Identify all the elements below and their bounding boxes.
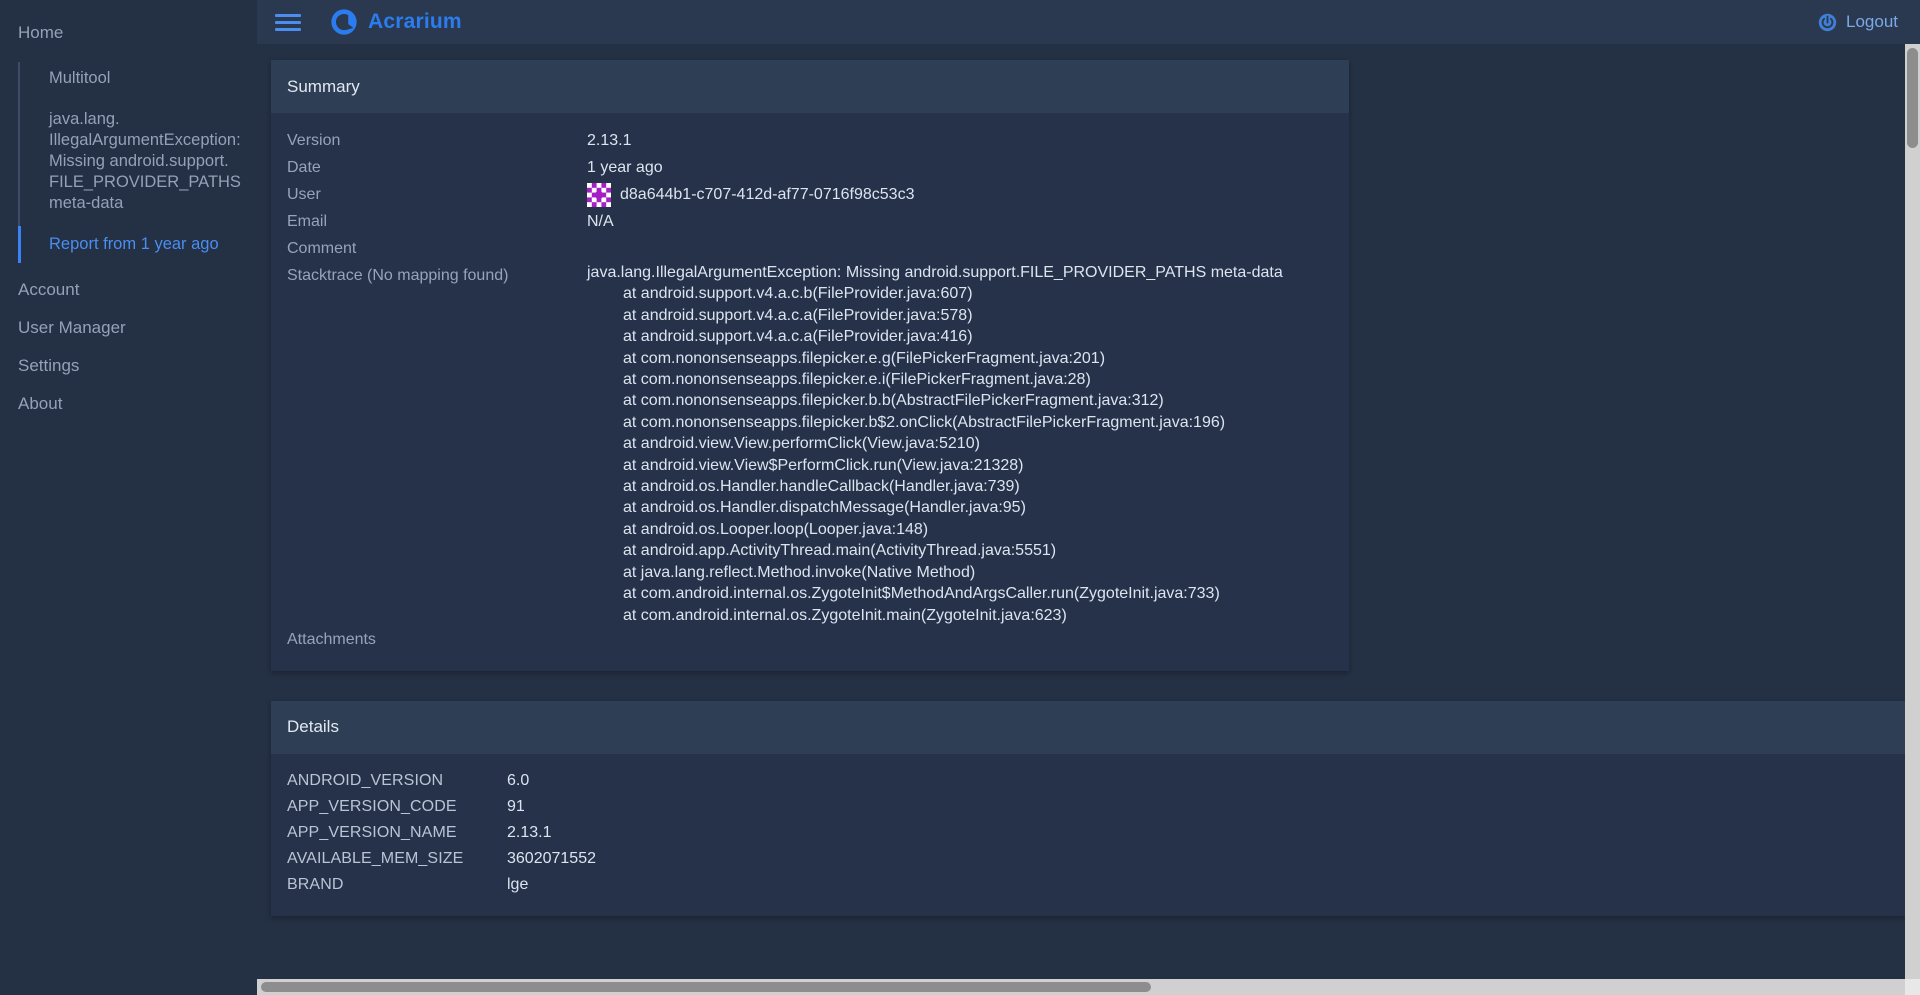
summary-title: Summary <box>287 76 360 96</box>
detail-key: BRAND <box>287 875 344 893</box>
summary-field-stacktrace: Stacktrace (No mapping found) java.lang.… <box>287 262 1333 626</box>
stacktrace-exception-line: java.lang.IllegalArgumentException: Miss… <box>587 264 1283 281</box>
logout-button[interactable]: Logout <box>1818 12 1898 32</box>
hamburger-bar <box>275 27 301 31</box>
email-value: N/A <box>587 213 614 230</box>
vertical-scrollbar[interactable] <box>1905 44 1920 995</box>
attachments-label: Attachments <box>287 630 376 648</box>
power-icon <box>1818 13 1837 31</box>
table-row: APP_VERSION_NAME 2.13.1 <box>287 820 1889 846</box>
date-value: 1 year ago <box>587 159 663 176</box>
stacktrace-line: at com.nononsenseapps.filepicker.e.i(Fil… <box>623 371 1091 389</box>
sidebar-exception-line-4: FILE_PROVIDER_PATHS <box>49 173 241 191</box>
summary-card-header: Summary <box>271 60 1349 113</box>
stacktrace-content: java.lang.IllegalArgumentException: Miss… <box>587 262 1283 626</box>
stacktrace-line: at android.view.View.performClick(View.j… <box>623 435 980 453</box>
sidebar-item-account[interactable]: Account <box>0 271 257 309</box>
detail-key: ANDROID_VERSION <box>287 771 444 789</box>
sidebar-item-settings[interactable]: Settings <box>0 347 257 385</box>
sidebar-item-multitool[interactable]: Multitool <box>18 58 257 99</box>
app-header: Acrarium Logout <box>257 0 1920 44</box>
stacktrace-line: at android.os.Handler.dispatchMessage(Ha… <box>623 499 1026 517</box>
summary-field-version: Version 2.13.1 <box>287 127 1333 154</box>
sidebar-subnav: Multitool java.lang. IllegalArgumentExce… <box>0 58 257 265</box>
stacktrace-line: at android.support.v4.a.c.a(FileProvider… <box>623 328 973 346</box>
version-value: 2.13.1 <box>587 132 632 149</box>
hamburger-icon[interactable] <box>275 12 301 32</box>
stacktrace-line: at com.android.internal.os.ZygoteInit$Me… <box>623 585 1220 603</box>
sidebar-item-user-manager[interactable]: User Manager <box>0 309 257 347</box>
user-id-text: d8a644b1-c707-412d-af77-0716f98c53c3 <box>620 186 915 203</box>
content-inner: Summary Version 2.13.1 Date 1 year ago U… <box>257 44 1905 916</box>
detail-value: 3602071552 <box>507 849 596 867</box>
stacktrace-line: at android.os.Handler.handleCallback(Han… <box>623 478 1020 496</box>
sidebar-item-home[interactable]: Home <box>0 10 257 56</box>
date-label: Date <box>287 159 321 176</box>
stacktrace-line: at com.android.internal.os.ZygoteInit.ma… <box>623 606 1067 624</box>
stacktrace-line: at android.app.ActivityThread.main(Activ… <box>623 542 1057 560</box>
app-root: Home Multitool java.lang. IllegalArgumen… <box>0 0 1920 995</box>
acrarium-logo-icon <box>331 9 357 35</box>
horizontal-scrollbar-thumb[interactable] <box>261 982 1151 992</box>
hamburger-bar <box>275 13 301 17</box>
sidebar-item-report[interactable]: Report from 1 year ago <box>18 224 257 265</box>
avatar <box>587 182 611 207</box>
summary-field-comment: Comment <box>287 235 1333 262</box>
stacktrace-label: Stacktrace (No mapping found) <box>287 267 509 284</box>
detail-key: APP_VERSION_NAME <box>287 823 457 841</box>
detail-key: APP_VERSION_CODE <box>287 797 457 815</box>
scrollbar-corner <box>1905 979 1920 995</box>
stacktrace-line: at android.view.View$PerformClick.run(Vi… <box>623 456 1024 474</box>
sidebar-exception-line-2: IllegalArgumentException: <box>49 131 241 149</box>
stacktrace-line: at com.nononsenseapps.filepicker.b$2.onC… <box>623 413 1226 431</box>
sidebar: Home Multitool java.lang. IllegalArgumen… <box>0 0 257 995</box>
sidebar-exception-line-3: Missing android.support. <box>49 152 229 170</box>
logout-label: Logout <box>1846 12 1898 31</box>
email-label: Email <box>287 213 328 230</box>
details-card-body: ANDROID_VERSION 6.0 APP_VERSION_CODE 91 APP_… <box>271 754 1905 916</box>
vertical-scrollbar-thumb[interactable] <box>1907 48 1918 148</box>
summary-field-email: Email N/A <box>287 208 1333 235</box>
table-row: APP_VERSION_CODE 91 <box>287 794 1889 820</box>
detail-key: AVAILABLE_MEM_SIZE <box>287 849 464 867</box>
stacktrace-line: at com.nononsenseapps.filepicker.e.g(Fil… <box>623 349 1106 367</box>
main-content: Summary Version 2.13.1 Date 1 year ago U… <box>257 44 1905 979</box>
detail-value: 91 <box>507 797 525 815</box>
summary-card-body: Version 2.13.1 Date 1 year ago User d8a6… <box>271 113 1349 671</box>
user-label: User <box>287 186 321 203</box>
stacktrace-line: at android.support.v4.a.c.b(FileProvider… <box>623 285 973 303</box>
summary-field-user: User d8a644b1-c707-412d-af77-0716f98c53c… <box>287 181 1333 208</box>
sidebar-exception-line-5: meta-data <box>49 194 124 212</box>
details-card-header: Details <box>271 700 1905 754</box>
horizontal-scrollbar[interactable] <box>257 979 1905 995</box>
summary-field-date: Date 1 year ago <box>287 154 1333 181</box>
detail-value: 2.13.1 <box>507 823 552 841</box>
summary-field-attachments: Attachments <box>287 626 1333 653</box>
user-value-group: d8a644b1-c707-412d-af77-0716f98c53c3 <box>587 181 914 208</box>
detail-value: 6.0 <box>507 771 530 789</box>
table-row: BRAND lge <box>287 872 1889 898</box>
hamburger-bar <box>275 20 301 24</box>
stacktrace-line: at com.nononsenseapps.filepicker.b.b(Abs… <box>623 392 1164 410</box>
stacktrace-line: at android.support.v4.a.c.a(FileProvider… <box>623 306 973 324</box>
stacktrace-line: at java.lang.reflect.Method.invoke(Nativ… <box>623 563 976 581</box>
version-label: Version <box>287 132 341 149</box>
comment-label: Comment <box>287 240 357 257</box>
sidebar-item-about[interactable]: About <box>0 385 257 423</box>
stacktrace-line: at android.os.Looper.loop(Looper.java:14… <box>623 520 929 538</box>
brand-title: Acrarium <box>368 10 462 33</box>
sidebar-exception-line-1: java.lang. <box>49 110 120 128</box>
details-card: Details ANDROID_VERSION 6.0 APP_VERSION_CO… <box>271 700 1905 916</box>
table-row: ANDROID_VERSION 6.0 <box>287 768 1889 794</box>
sidebar-item-exception[interactable]: java.lang. IllegalArgumentException: Mis… <box>18 99 257 224</box>
summary-card: Summary Version 2.13.1 Date 1 year ago U… <box>271 60 1349 671</box>
table-row: AVAILABLE_MEM_SIZE 3602071552 <box>287 846 1889 872</box>
details-title: Details <box>287 717 339 737</box>
brand-logo-link[interactable]: Acrarium <box>329 7 462 37</box>
detail-value: lge <box>507 875 529 893</box>
